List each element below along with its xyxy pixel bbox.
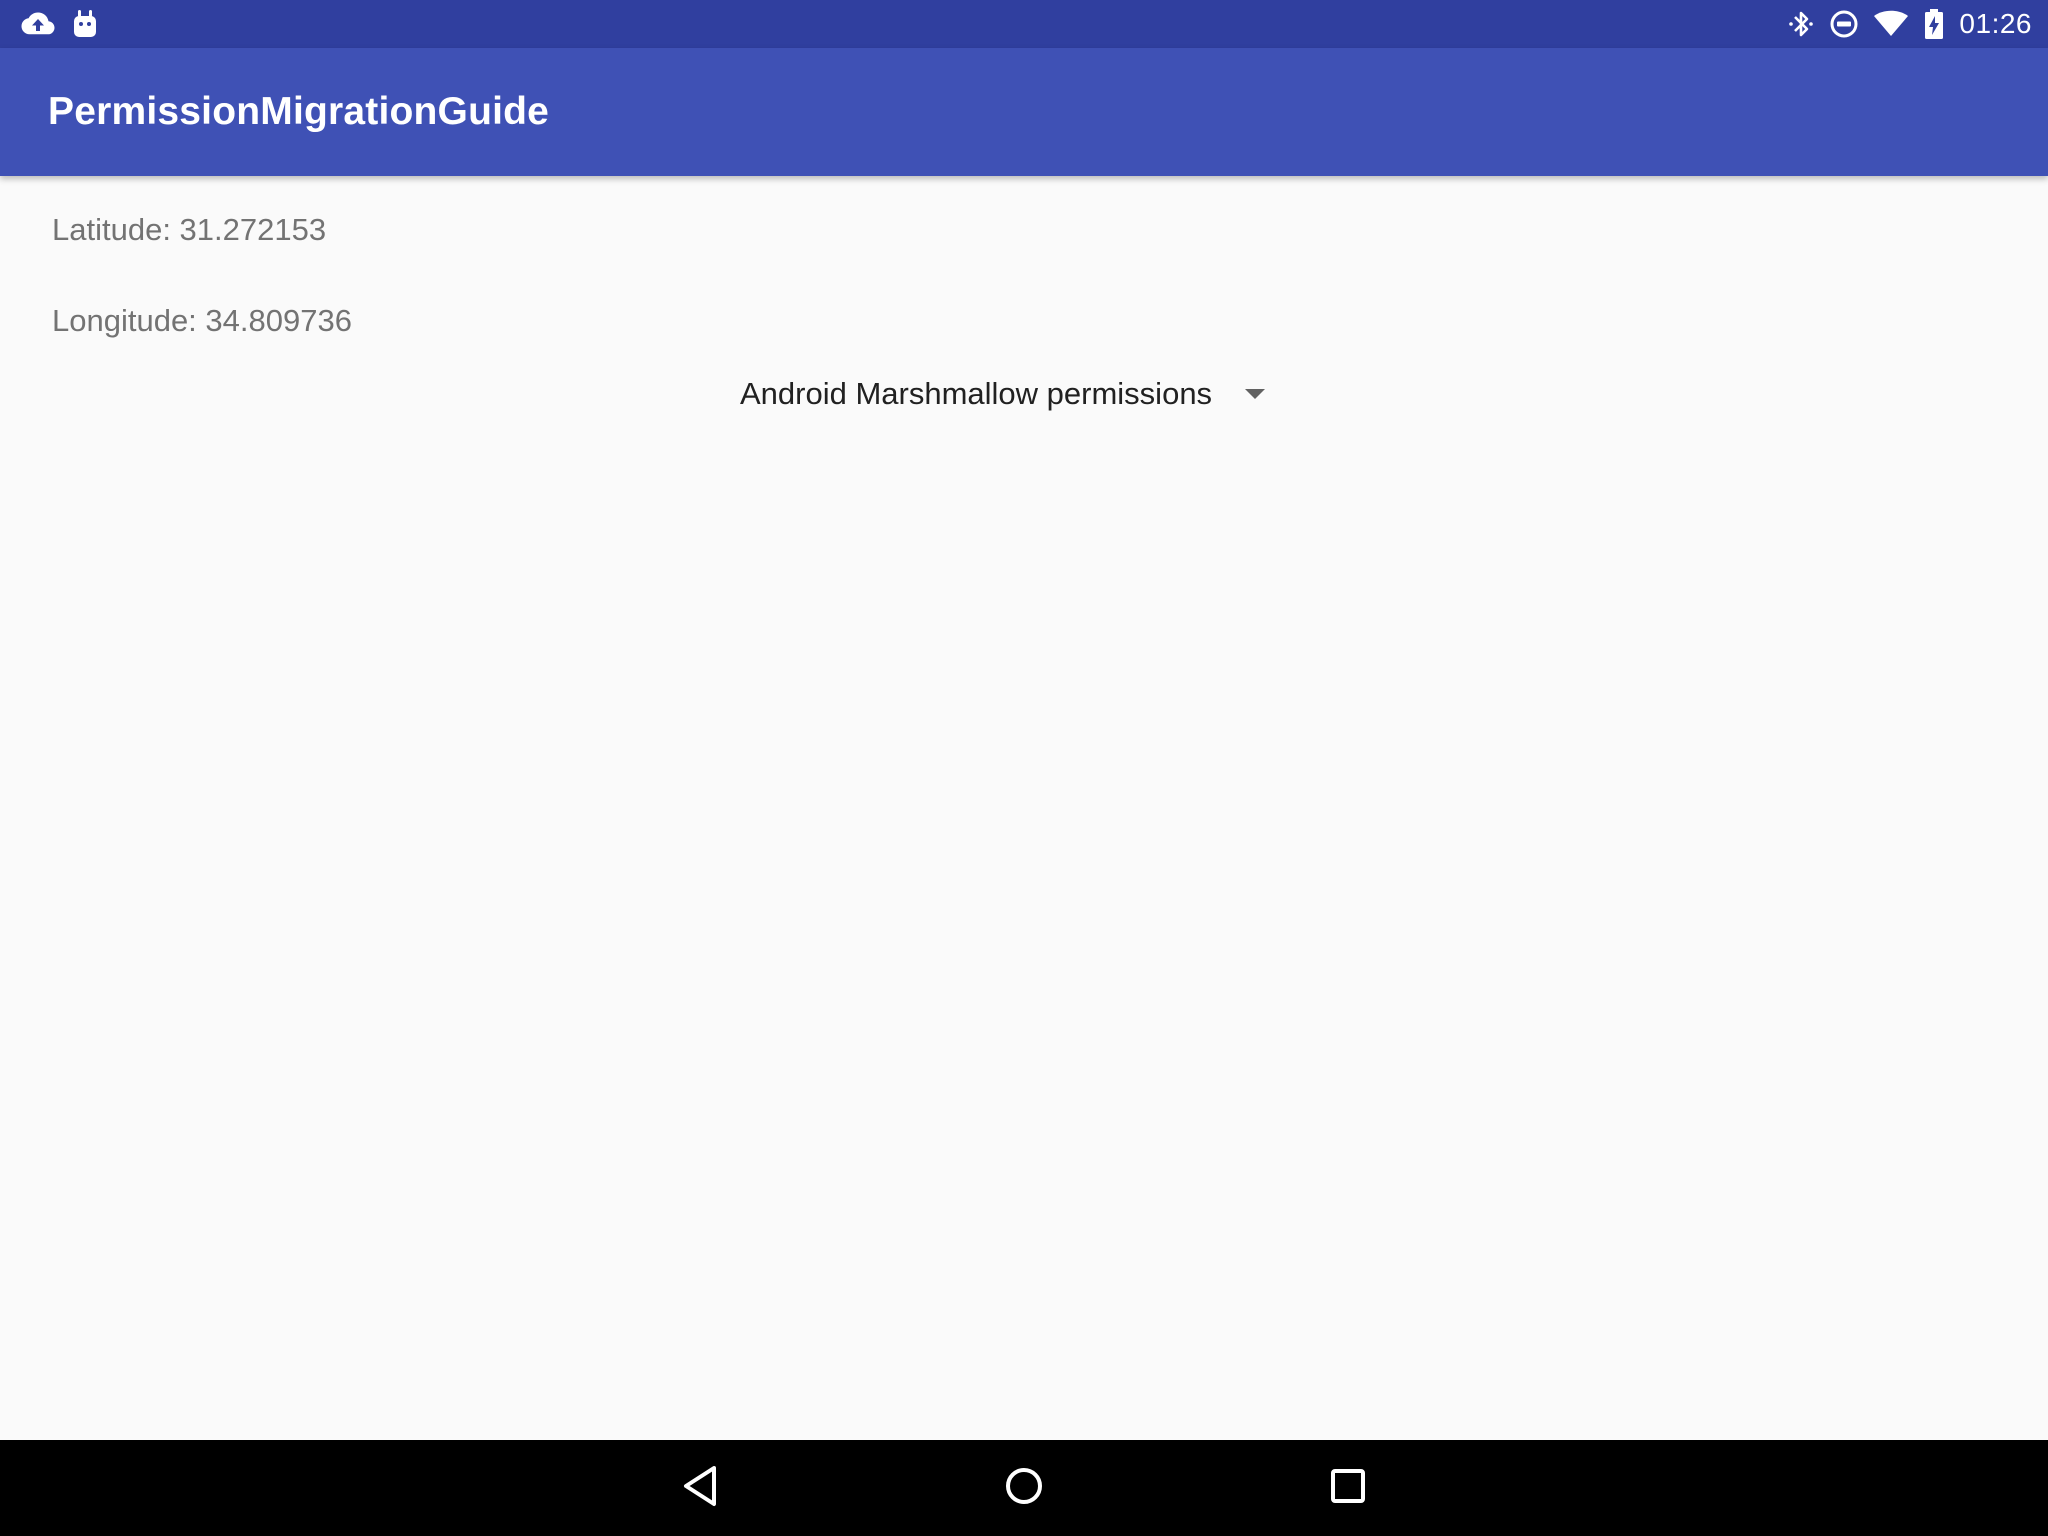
main-content: Latitude: 31.272153 Longitude: 34.809736… bbox=[0, 176, 2048, 1440]
home-button[interactable] bbox=[996, 1460, 1052, 1516]
spinner-selected-label: Android Marshmallow permissions bbox=[740, 376, 1213, 411]
back-icon bbox=[681, 1464, 721, 1513]
recents-button[interactable] bbox=[1320, 1460, 1376, 1516]
back-button[interactable] bbox=[673, 1460, 729, 1516]
app-title: PermissionMigrationGuide bbox=[48, 90, 550, 133]
dropdown-arrow-icon bbox=[1244, 388, 1266, 400]
latitude-text: Latitude: 31.272153 bbox=[52, 212, 327, 247]
status-bar: 01:26 bbox=[0, 0, 2048, 48]
status-left-icons bbox=[20, 9, 114, 39]
cloud-upload-icon bbox=[20, 10, 56, 38]
do-not-disturb-icon bbox=[1829, 9, 1859, 39]
android-icon bbox=[72, 9, 98, 39]
navigation-bar bbox=[0, 1440, 2048, 1536]
permissions-spinner[interactable]: Android Marshmallow permissions bbox=[720, 364, 1286, 424]
app-bar: PermissionMigrationGuide bbox=[0, 48, 2048, 176]
status-time: 01:26 bbox=[1959, 8, 2032, 39]
recents-icon bbox=[1330, 1468, 1366, 1509]
wifi-icon bbox=[1873, 9, 1909, 39]
home-icon bbox=[1004, 1466, 1044, 1511]
status-right-icons: 01:26 bbox=[1773, 8, 2032, 40]
bluetooth-icon bbox=[1787, 8, 1815, 40]
battery-charging-icon bbox=[1923, 8, 1945, 40]
longitude-text: Longitude: 34.809736 bbox=[52, 303, 352, 338]
